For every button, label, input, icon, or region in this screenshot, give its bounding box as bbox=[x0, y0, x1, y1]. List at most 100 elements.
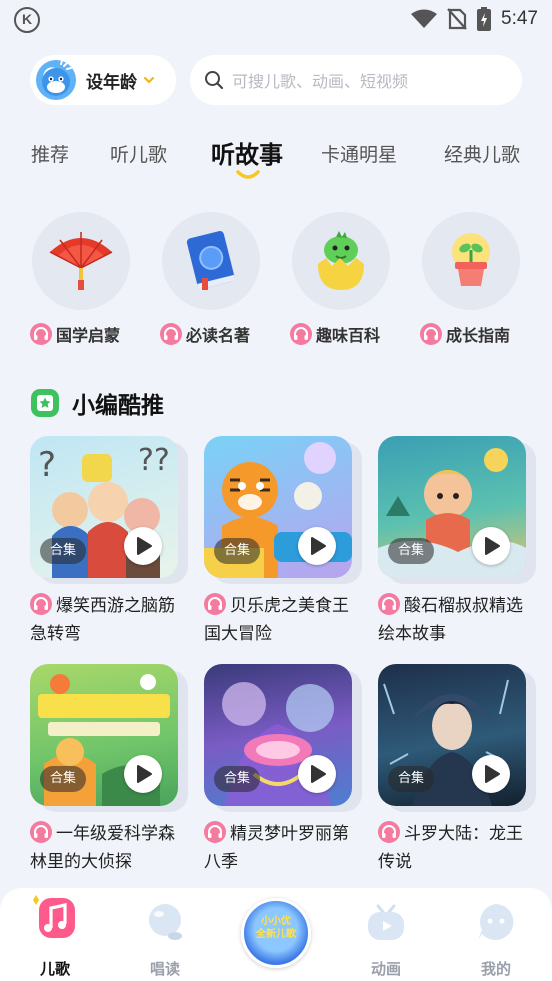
nav-mine[interactable]: 我的 bbox=[456, 898, 536, 978]
section-title: 小编酷推 bbox=[72, 393, 164, 419]
bubble-icon bbox=[149, 904, 182, 940]
play-button[interactable] bbox=[298, 755, 336, 793]
category-circle bbox=[292, 212, 390, 310]
card-title-wrap: 精灵梦叶罗丽第八季 bbox=[204, 820, 364, 876]
category-label: 必读名著 bbox=[186, 326, 251, 345]
search-input[interactable]: 可搜儿歌、动画、短视频 bbox=[190, 55, 522, 105]
play-icon bbox=[311, 537, 326, 555]
nav-icon-wrap bbox=[143, 900, 187, 944]
status-bar: K 5:47 bbox=[0, 0, 552, 40]
collection-badge: 合集 bbox=[388, 766, 435, 792]
tab-classic-songs[interactable]: 经典儿歌 bbox=[444, 140, 520, 167]
album-card[interactable]: 合集 斗罗大陆：龙王传说 bbox=[378, 664, 538, 878]
star-badge-icon bbox=[31, 389, 59, 417]
play-icon bbox=[311, 765, 326, 783]
card-title-wrap: 贝乐虎之美食王国大冒险 bbox=[204, 592, 364, 648]
category-circle bbox=[422, 212, 520, 310]
collection-badge: 合集 bbox=[40, 538, 87, 564]
tab-cartoon-stars[interactable]: 卡通明星 bbox=[321, 140, 397, 167]
album-cover: 合集 bbox=[204, 436, 352, 578]
album-card[interactable]: 合集 酸石榴叔叔精选绘本故事 bbox=[378, 436, 538, 650]
play-button[interactable] bbox=[298, 527, 336, 565]
headphone-icon bbox=[160, 323, 182, 345]
status-icons: 5:47 bbox=[411, 6, 538, 32]
category-label-wrap: 成长指南 bbox=[420, 322, 510, 346]
tab-songs[interactable]: 听儿歌 bbox=[110, 140, 167, 167]
album-card[interactable]: 合集 一年级爱科学森林里的大侦探 bbox=[30, 664, 190, 878]
chat-face-icon bbox=[478, 904, 514, 940]
battery-icon bbox=[477, 7, 492, 31]
nav-label: 儿歌 bbox=[39, 960, 70, 978]
category-classics[interactable]: 必读名著 bbox=[160, 212, 270, 352]
wifi-icon bbox=[411, 9, 438, 28]
age-label: 设年龄 bbox=[86, 72, 137, 93]
play-button[interactable] bbox=[472, 755, 510, 793]
headphone-icon bbox=[30, 593, 52, 615]
album-card[interactable]: 合集 贝乐虎之美食王国大冒险 bbox=[204, 436, 364, 650]
nav-label: 唱读 bbox=[149, 960, 180, 978]
nav-icon-wrap bbox=[33, 895, 77, 944]
category-circle bbox=[162, 212, 260, 310]
album-cover: 合集 bbox=[378, 664, 526, 806]
collection-badge: 合集 bbox=[40, 766, 87, 792]
album-card[interactable]: ? ?? 合集 爆笑西游之脑筋急转弯 bbox=[30, 436, 190, 650]
center-button-line2: 全新儿歌 bbox=[256, 929, 296, 940]
headphone-icon bbox=[30, 323, 52, 345]
collection-badge: 合集 bbox=[214, 538, 261, 564]
category-growth[interactable]: 成长指南 bbox=[420, 212, 530, 352]
category-label-wrap: 必读名著 bbox=[160, 322, 250, 346]
music-note-icon bbox=[33, 895, 75, 938]
book-icon bbox=[186, 231, 236, 290]
center-button-text: 小小优 全新儿歌 bbox=[244, 915, 308, 941]
mascot-avatar-icon bbox=[36, 60, 76, 100]
folding-fan-icon bbox=[49, 232, 113, 290]
album-cover: 合集 bbox=[204, 664, 352, 806]
headphone-icon bbox=[290, 323, 312, 345]
nav-cartoons[interactable]: 动画 bbox=[346, 898, 426, 978]
card-title-wrap: 酸石榴叔叔精选绘本故事 bbox=[378, 592, 538, 648]
tab-bar: 推荐 听儿歌 听故事 卡通明星 经典儿歌 bbox=[0, 130, 552, 180]
play-button[interactable] bbox=[124, 527, 162, 565]
nav-reading[interactable]: 唱读 bbox=[125, 898, 205, 978]
tv-icon bbox=[368, 904, 404, 940]
card-title-wrap: 爆笑西游之脑筋急转弯 bbox=[30, 592, 190, 648]
category-label-wrap: 国学启蒙 bbox=[30, 322, 120, 346]
headphone-icon bbox=[420, 323, 442, 345]
headphone-icon bbox=[204, 821, 226, 843]
center-feature-button[interactable]: 小小优 全新儿歌 bbox=[241, 898, 311, 968]
svg-text:??: ?? bbox=[138, 443, 170, 478]
play-button[interactable] bbox=[124, 755, 162, 793]
chevron-down-icon bbox=[143, 76, 155, 84]
category-label: 国学启蒙 bbox=[56, 326, 121, 345]
tab-stories[interactable]: 听故事 bbox=[211, 135, 283, 170]
play-icon bbox=[137, 765, 152, 783]
status-time: 5:47 bbox=[501, 8, 538, 29]
headphone-icon bbox=[378, 593, 400, 615]
app-logo-icon: K bbox=[14, 7, 40, 33]
sprout-pot-icon bbox=[452, 233, 490, 286]
category-label: 趣味百科 bbox=[316, 326, 381, 345]
center-button-line1: 小小优 bbox=[261, 916, 291, 927]
play-button[interactable] bbox=[472, 527, 510, 565]
svg-text:?: ? bbox=[38, 445, 56, 485]
collection-badge: 合集 bbox=[214, 766, 261, 792]
card-title-wrap: 一年级爱科学森林里的大侦探 bbox=[30, 820, 190, 876]
album-card[interactable]: 合集 精灵梦叶罗丽第八季 bbox=[204, 664, 364, 878]
category-row: 国学启蒙 必读名著 趣味百科 成长指南 bbox=[0, 212, 552, 352]
category-label-wrap: 趣味百科 bbox=[290, 322, 380, 346]
album-cover: ? ?? 合集 bbox=[30, 436, 178, 578]
search-icon bbox=[205, 71, 224, 90]
category-encyclopedia[interactable]: 趣味百科 bbox=[290, 212, 400, 352]
nav-icon-wrap bbox=[474, 900, 518, 944]
nav-songs[interactable]: 儿歌 bbox=[15, 895, 95, 978]
category-label: 成长指南 bbox=[446, 326, 511, 345]
age-selector[interactable]: 设年龄 bbox=[30, 55, 176, 105]
play-icon bbox=[485, 765, 500, 783]
album-cover: 合集 bbox=[378, 436, 526, 578]
play-icon bbox=[137, 537, 152, 555]
category-circle bbox=[32, 212, 130, 310]
category-guoxue[interactable]: 国学启蒙 bbox=[30, 212, 140, 352]
dinosaur-egg-icon bbox=[318, 231, 364, 290]
tab-recommend[interactable]: 推荐 bbox=[31, 140, 69, 167]
active-tab-indicator bbox=[236, 170, 260, 179]
